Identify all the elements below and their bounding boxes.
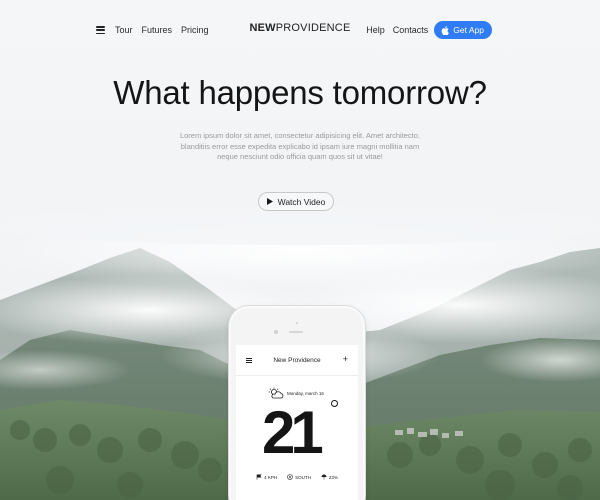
watch-video-button[interactable]: Watch Video [258,192,334,211]
phone-sensor [296,322,298,324]
hero-subtitle: Lorem ipsum dolor sit amet, consectetur … [179,131,421,161]
nav-link-futures[interactable]: Futures [142,25,173,35]
add-location-icon[interactable]: + [343,355,348,364]
nav-left: Tour Futures Pricing [96,25,218,35]
nav-right: Help Contacts Get App [358,21,492,39]
app-divider [236,375,358,376]
get-app-button[interactable]: Get App [434,21,492,39]
umbrella-icon [321,474,327,480]
temperature-value: 21 [262,399,324,466]
top-nav: Tour Futures Pricing Help Contacts Get A… [0,0,600,60]
nav-link-contacts[interactable]: Contacts [393,25,429,35]
stat-direction: SOUTH [287,474,311,480]
stat-wind: 4 KPH [256,474,277,480]
stat-direction-label: SOUTH [295,474,311,480]
flag-icon [256,474,262,480]
hero-title: What happens tomorrow? [113,74,487,111]
weather-stats: 4 KPH SOUTH 23% [236,474,358,480]
degree-symbol [331,400,338,407]
phone-camera [274,330,278,334]
phone-mockup: New Providence + Monday, march 16 21 4 K… [229,306,365,500]
nav-link-tour[interactable]: Tour [115,25,133,35]
app-header: New Providence + [236,345,358,375]
play-icon [266,198,273,205]
nav-link-pricing[interactable]: Pricing [181,25,209,35]
compass-icon [287,474,293,480]
stat-precipitation-label: 23% [328,474,338,480]
watch-video-label: Watch Video [277,196,326,207]
get-app-label: Get App [453,25,484,35]
phone-speaker [289,331,303,333]
phone-screen: New Providence + Monday, march 16 21 4 K… [236,345,358,500]
stat-precipitation: 23% [321,474,338,480]
apple-icon [441,25,450,35]
app-menu-icon[interactable] [246,358,252,363]
nav-link-help[interactable]: Help [366,25,385,35]
app-title: New Providence [273,356,321,364]
stat-wind-label: 4 KPH [264,474,278,480]
hamburger-menu-icon[interactable] [96,26,105,34]
